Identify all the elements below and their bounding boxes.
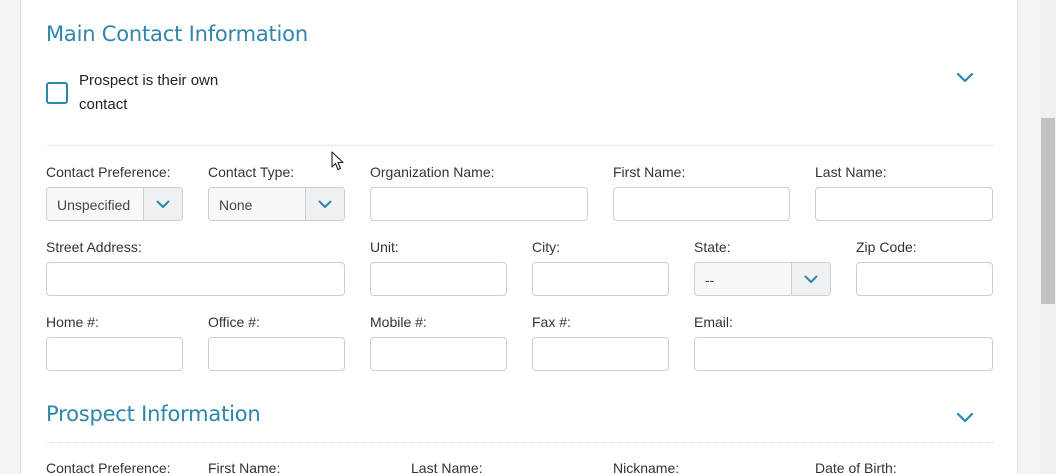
main-contact-collapse-toggle[interactable] xyxy=(956,72,974,84)
first-name-label: First Name: xyxy=(613,164,686,180)
city-label: City: xyxy=(532,239,560,255)
street-address-input[interactable] xyxy=(46,262,345,296)
organization-name-label: Organization Name: xyxy=(370,164,495,180)
last-name-input[interactable] xyxy=(815,187,993,221)
street-address-label: Street Address: xyxy=(46,239,142,255)
organization-name-input[interactable] xyxy=(370,187,588,221)
last-name-label: Last Name: xyxy=(815,164,887,180)
contact-preference-value: Unspecified xyxy=(57,197,131,213)
scrollbar-thumb[interactable] xyxy=(1041,118,1055,304)
state-value: -- xyxy=(705,272,715,288)
contact-type-value: None xyxy=(219,197,253,213)
section-divider xyxy=(46,442,993,443)
state-select[interactable]: -- xyxy=(694,262,831,296)
state-dropdown-button[interactable] xyxy=(791,263,830,295)
own-contact-label[interactable]: Prospect is their own contact xyxy=(79,69,239,117)
office-phone-label: Office #: xyxy=(208,314,260,330)
unit-label: Unit: xyxy=(370,239,399,255)
contact-preference-select[interactable]: Unspecified xyxy=(46,187,183,221)
prospect-info-collapse-toggle[interactable] xyxy=(956,412,974,424)
email-input[interactable] xyxy=(694,337,993,371)
city-input[interactable] xyxy=(532,262,669,296)
chevron-down-icon xyxy=(956,412,974,423)
contact-type-dropdown-button[interactable] xyxy=(305,188,344,220)
section-divider xyxy=(46,145,993,146)
chevron-down-icon xyxy=(956,72,974,83)
chevron-down-icon xyxy=(318,200,332,208)
prospect-first-name-label: First Name: xyxy=(208,460,281,474)
home-phone-label: Home #: xyxy=(46,314,99,330)
unit-input[interactable] xyxy=(370,262,507,296)
email-label: Email: xyxy=(694,314,733,330)
prospect-date-of-birth-label: Date of Birth: xyxy=(815,460,897,474)
fax-label: Fax #: xyxy=(532,314,571,330)
prospect-contact-preference-label: Contact Preference: xyxy=(46,460,171,474)
first-name-input[interactable] xyxy=(613,187,790,221)
mobile-phone-input[interactable] xyxy=(370,337,507,371)
home-phone-input[interactable] xyxy=(46,337,183,371)
chevron-down-icon xyxy=(804,275,818,283)
contact-preference-dropdown-button[interactable] xyxy=(143,188,182,220)
main-contact-title: Main Contact Information xyxy=(46,22,308,46)
mobile-phone-label: Mobile #: xyxy=(370,314,427,330)
contact-type-select[interactable]: None xyxy=(208,187,345,221)
zip-code-label: Zip Code: xyxy=(856,239,917,255)
office-phone-input[interactable] xyxy=(208,337,345,371)
prospect-last-name-label: Last Name: xyxy=(411,460,483,474)
prospect-info-title: Prospect Information xyxy=(46,402,261,426)
own-contact-checkbox[interactable] xyxy=(46,82,68,104)
prospect-nickname-label: Nickname: xyxy=(613,460,680,474)
fax-input[interactable] xyxy=(532,337,669,371)
chevron-down-icon xyxy=(156,200,170,208)
mouse-pointer-icon xyxy=(331,151,345,177)
state-label: State: xyxy=(694,239,731,255)
contact-type-label: Contact Type: xyxy=(208,164,295,180)
contact-preference-label: Contact Preference: xyxy=(46,164,171,180)
zip-code-input[interactable] xyxy=(856,262,993,296)
